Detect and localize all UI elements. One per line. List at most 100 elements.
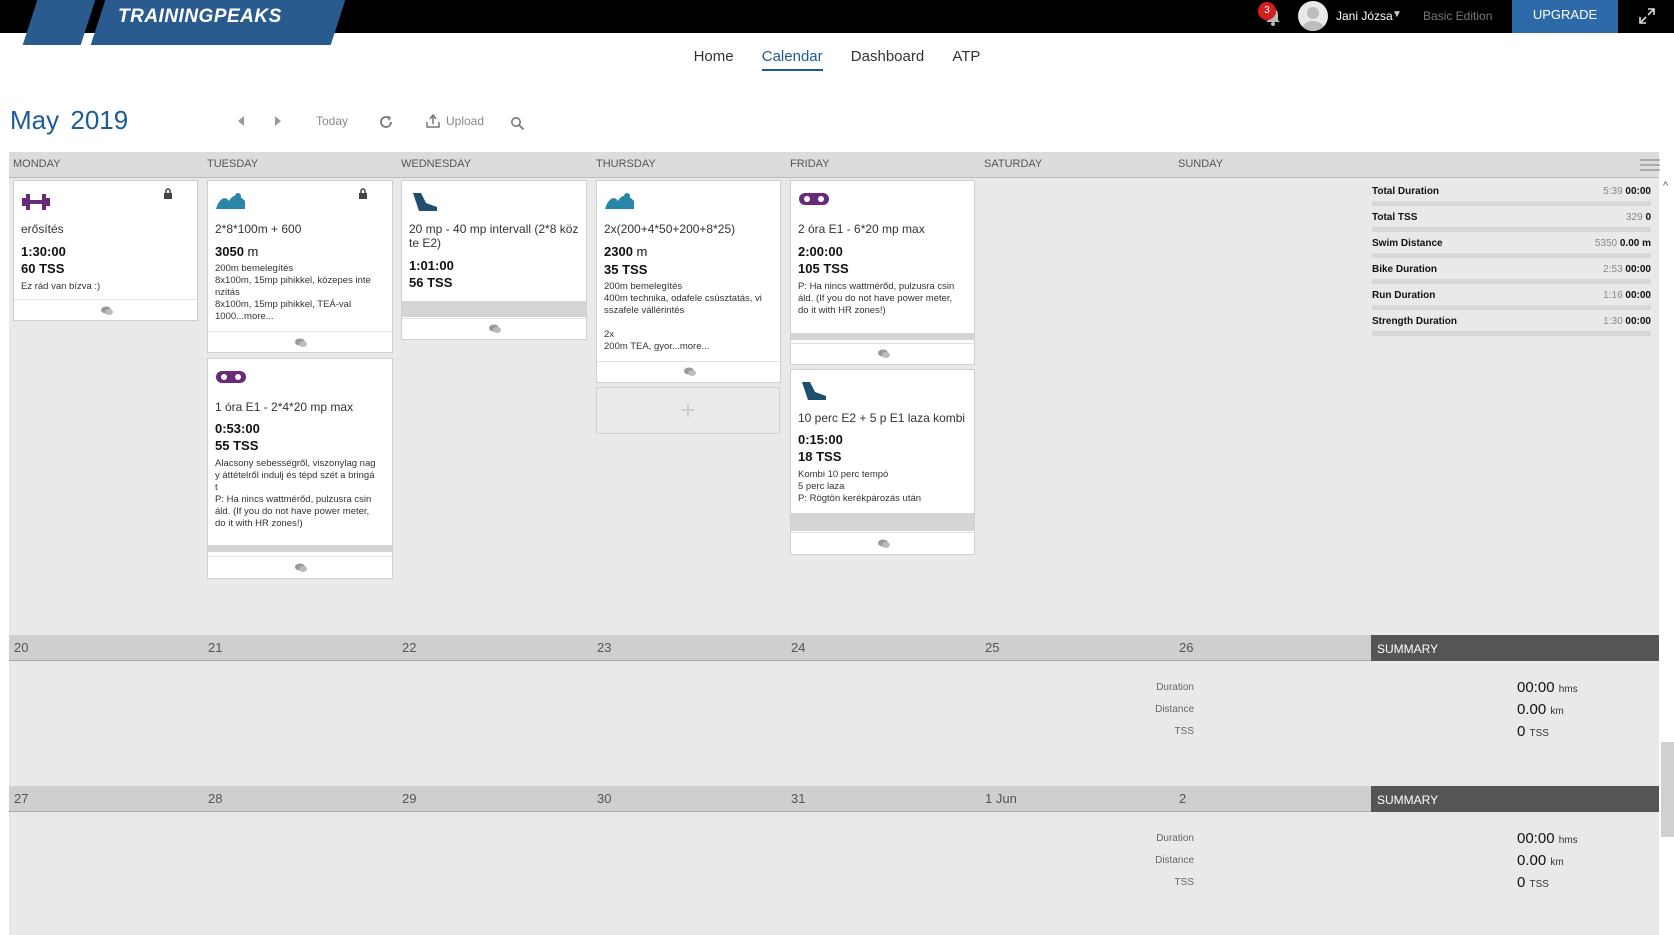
workout-card[interactable]: erősítés 1:30:00 60 TSS Ez rád van bízva… — [13, 180, 198, 321]
card-footer — [208, 331, 392, 332]
card-footer — [208, 556, 392, 557]
workout-title: 2x(200+4*50+200+8*25) — [604, 222, 736, 236]
tss-unit: TSS — [816, 449, 842, 464]
week-summary: Total Duration 5:39 00:00 Total TSS 329 … — [1372, 184, 1651, 340]
comment-icon[interactable] — [877, 348, 891, 360]
swim-icon — [605, 193, 634, 209]
card-footer — [597, 361, 780, 362]
workout-graph — [791, 333, 974, 340]
stat-total-duration: Total Duration 5:39 00:00 — [1372, 184, 1651, 210]
stat-strength-duration: Strength Duration 1:30 00:00 — [1372, 314, 1651, 340]
workout-card[interactable]: 10 perc E2 + 5 p E1 laza kombi 0:15:00 1… — [790, 369, 975, 555]
workout-title: 10 perc E2 + 5 p E1 laza kombi — [798, 411, 966, 425]
workout-description: 200m bemelegítés 400m technika, odafele … — [604, 281, 762, 352]
date-label: 20 — [14, 640, 29, 655]
date-label: 31 — [791, 791, 806, 806]
workout-graph — [208, 545, 392, 552]
comment-icon[interactable] — [488, 323, 502, 335]
tss-unit: TSS — [233, 438, 259, 453]
add-workout-button[interactable]: + — [596, 387, 780, 434]
date-label: 30 — [597, 791, 612, 806]
workout-title: 1 óra E1 - 2*4*20 mp max — [215, 400, 354, 414]
workout-tss: 55 — [215, 438, 230, 453]
tss-unit: TSS — [823, 261, 849, 276]
nav-dashboard[interactable]: Dashboard — [851, 48, 924, 69]
workout-card[interactable]: 20 mp - 40 mp intervall (2*8 köz te E2) … — [401, 180, 587, 340]
workout-graph — [402, 301, 586, 317]
workout-description: P: Ha nincs wattmérőd, pulzusra csin áld… — [798, 281, 955, 316]
workout-card[interactable]: 1 óra E1 - 2*4*20 mp max 0:53:00 55 TSS … — [207, 358, 393, 579]
comment-icon[interactable] — [294, 562, 308, 574]
workout-description: Alacsony sebességről, viszonylag nag y á… — [215, 458, 376, 529]
day-sunday: SUNDAY — [1178, 158, 1224, 170]
date-label: 28 — [208, 791, 223, 806]
comment-icon[interactable] — [877, 538, 891, 550]
week-date-row: 20 21 22 23 24 25 26 SUMMARY — [9, 635, 1659, 661]
date-label: 25 — [985, 640, 1000, 655]
workout-description: 200m bemelegítés 8x100m, 15mp pihikkel, … — [215, 263, 371, 322]
user-name[interactable]: Jani Józsa — [1336, 9, 1393, 23]
main-nav: Home Calendar Dashboard ATP — [0, 48, 1674, 71]
workout-tss: 18 — [798, 449, 813, 464]
nav-calendar[interactable]: Calendar — [761, 48, 823, 71]
top-bar: TRAININGPEAKS 3 Jani Józsa ▼ Basic Editi… — [0, 0, 1674, 45]
brand-logo[interactable]: TRAININGPEAKS — [118, 6, 282, 28]
comment-icon[interactable] — [683, 366, 697, 378]
day-tuesday: TUESDAY — [207, 158, 259, 170]
workout-distance: 3050 — [215, 244, 244, 259]
upgrade-button[interactable]: UPGRADE — [1512, 0, 1618, 33]
chevron-down-icon[interactable]: ▼ — [1392, 9, 1402, 20]
card-footer — [14, 299, 197, 300]
workout-title: erősítés — [21, 222, 64, 236]
stat-bike-duration: Bike Duration 2:53 00:00 — [1372, 262, 1651, 288]
upload-icon[interactable] — [425, 113, 441, 129]
day-thursday: THURSDAY — [596, 158, 656, 170]
scrollbar-thumb[interactable] — [1661, 742, 1674, 837]
workout-title: 2*8*100m + 600 — [215, 222, 302, 236]
stat-total-tss: Total TSS 329 0 — [1372, 210, 1651, 236]
bike-icon — [799, 193, 829, 205]
run-icon — [413, 193, 437, 211]
workout-card[interactable]: 2*8*100m + 600 3050 m 200m bemelegítés 8… — [207, 180, 393, 353]
card-footer — [402, 318, 586, 319]
lock-icon — [359, 188, 367, 199]
next-icon[interactable] — [273, 115, 283, 127]
prev-icon[interactable] — [236, 115, 246, 127]
day-monday: MONDAY — [13, 158, 61, 170]
nav-atp[interactable]: ATP — [952, 48, 980, 69]
nav-home[interactable]: Home — [694, 48, 734, 69]
tss-unit: TSS — [39, 261, 65, 276]
comment-icon[interactable] — [294, 337, 308, 349]
today-button[interactable]: Today — [316, 114, 348, 128]
workout-title: 2 óra E1 - 6*20 mp max — [798, 222, 925, 236]
page-title: May 2019 — [10, 105, 128, 136]
scroll-up-icon[interactable]: ^ — [1663, 180, 1668, 192]
workout-card[interactable]: 2 óra E1 - 6*20 mp max 2:00:00 105 TSS P… — [790, 180, 975, 365]
date-label: 26 — [1179, 640, 1194, 655]
workout-tss: 35 — [604, 262, 619, 277]
workout-title: 20 mp - 40 mp intervall (2*8 köz te E2) — [409, 222, 579, 250]
week-date-row: 27 28 29 30 31 1 Jun 2 SUMMARY — [9, 786, 1659, 812]
card-footer — [791, 343, 974, 344]
week-row: Duration 00:00 hms Distance 0.00 km TSS 0 T… — [9, 812, 1659, 935]
lock-icon — [164, 188, 172, 199]
workout-card[interactable]: 2x(200+4*50+200+8*25) 2300 m 35 TSS 200m… — [596, 180, 781, 383]
card-footer — [791, 532, 974, 533]
search-icon[interactable] — [510, 116, 525, 131]
workout-description: Ez rád van bízva :) — [21, 281, 101, 292]
tss-unit: TSS — [427, 275, 453, 290]
workout-tss: 60 — [21, 261, 36, 276]
menu-icon[interactable] — [1640, 158, 1660, 172]
expand-icon[interactable] — [1637, 6, 1657, 26]
upload-button[interactable]: Upload — [446, 114, 484, 128]
day-friday: FRIDAY — [790, 158, 830, 170]
workout-duration: 1:01:00 — [409, 258, 454, 273]
comment-icon[interactable] — [100, 305, 114, 317]
workout-tss: 56 — [409, 275, 424, 290]
refresh-icon[interactable] — [378, 114, 394, 130]
workout-tss: 105 — [798, 261, 820, 276]
workout-duration: 0:53:00 — [215, 421, 260, 436]
date-label: 1 Jun — [985, 791, 1017, 806]
avatar[interactable] — [1298, 1, 1328, 31]
stat-swim-distance: Swim Distance 5350 0.00 m — [1372, 236, 1651, 262]
